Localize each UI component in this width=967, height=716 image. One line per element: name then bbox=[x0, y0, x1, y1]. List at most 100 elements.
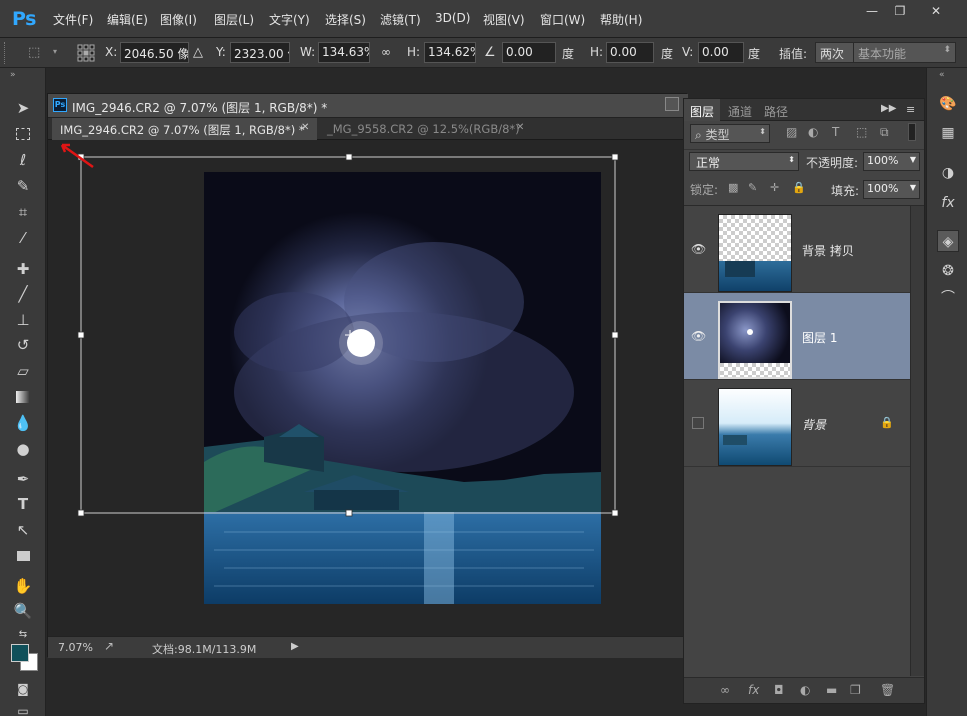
layer-name[interactable]: 背景 bbox=[802, 416, 826, 433]
interpolation-select[interactable]: 两次 bbox=[815, 42, 855, 63]
screen-mode-icon[interactable]: ▭ bbox=[12, 700, 34, 716]
tab-img-2946[interactable]: IMG_2946.CR2 @ 7.07% (图层 1, RGB/8*) * bbox=[52, 118, 317, 140]
pen-tool-icon[interactable]: ✒ bbox=[12, 468, 34, 490]
menu-help[interactable]: 帮助(H) bbox=[600, 11, 642, 28]
document-maximize-icon[interactable] bbox=[665, 97, 679, 111]
tab-layers[interactable]: 图层 bbox=[684, 99, 720, 121]
reference-point-icon[interactable] bbox=[77, 44, 95, 62]
crop-tool-icon[interactable]: ⌗ bbox=[12, 201, 34, 223]
height-field[interactable]: 134.62% bbox=[424, 42, 476, 63]
paths-icon[interactable]: ⌒ bbox=[937, 287, 959, 309]
blend-mode-select[interactable]: 正常 ⬍ bbox=[689, 152, 799, 171]
layer-name[interactable]: 背景 拷贝 bbox=[802, 242, 854, 259]
visibility-toggle[interactable] bbox=[692, 417, 704, 429]
menu-edit[interactable]: 编辑(E) bbox=[107, 11, 148, 28]
close-icon[interactable]: ✕ bbox=[922, 3, 950, 19]
lock-transparent-icon[interactable]: ▩ bbox=[728, 181, 738, 194]
path-select-tool-icon[interactable]: ↖ bbox=[12, 519, 34, 541]
opacity-field[interactable]: 100% ▼ bbox=[863, 152, 920, 171]
layers-panel-icon[interactable]: ◈ bbox=[937, 230, 959, 252]
new-layer-icon[interactable]: ❐ bbox=[850, 683, 861, 697]
minimize-icon[interactable]: — bbox=[858, 3, 886, 19]
h-skew-field[interactable]: 0.00 bbox=[606, 42, 654, 63]
new-adjustment-icon[interactable]: ◐ bbox=[800, 683, 810, 697]
swatches-grid-icon[interactable]: ▦ bbox=[937, 122, 959, 144]
new-group-icon[interactable]: ▬ bbox=[826, 683, 837, 697]
lasso-tool-icon[interactable]: ℓ bbox=[12, 149, 34, 171]
add-mask-icon[interactable]: ◘ bbox=[774, 683, 784, 697]
eraser-tool-icon[interactable]: ▱ bbox=[12, 360, 34, 382]
gradient-tool-icon[interactable] bbox=[12, 386, 34, 408]
rectangle-tool-icon[interactable] bbox=[12, 545, 34, 567]
filter-adjustment-icon[interactable]: ◐ bbox=[808, 125, 818, 139]
filter-shape-icon[interactable]: ⬚ bbox=[856, 125, 867, 139]
filter-type-icon[interactable]: T bbox=[832, 125, 839, 139]
trash-icon[interactable]: 🗑 bbox=[880, 683, 895, 697]
layer-filter-select[interactable]: ⌕ 类型 ⬍ bbox=[690, 124, 770, 143]
menu-select[interactable]: 选择(S) bbox=[325, 11, 366, 28]
zoom-tool-icon[interactable]: 🔍 bbox=[12, 600, 34, 622]
quick-mask-icon[interactable]: ◙ bbox=[12, 678, 34, 700]
fill-field[interactable]: 100% ▼ bbox=[863, 180, 920, 199]
filter-pixel-icon[interactable]: ▨ bbox=[786, 125, 797, 139]
layer-row-background-copy[interactable]: 👁 背景 拷贝 bbox=[684, 206, 910, 293]
healing-brush-tool-icon[interactable]: ✚ bbox=[12, 258, 34, 280]
foreground-color-swatch[interactable] bbox=[11, 644, 29, 662]
menu-image[interactable]: 图像(I) bbox=[160, 11, 197, 28]
type-tool-icon[interactable]: T bbox=[12, 493, 34, 515]
menu-view[interactable]: 视图(V) bbox=[483, 11, 525, 28]
menu-file[interactable]: 文件(F) bbox=[53, 11, 93, 28]
marquee-tool-icon[interactable] bbox=[12, 123, 34, 145]
collapse-panel-icon[interactable]: ▶▶ bbox=[881, 103, 896, 114]
tab-channels[interactable]: 通道 bbox=[728, 103, 752, 120]
menu-3d[interactable]: 3D(D) bbox=[435, 11, 470, 25]
menu-window[interactable]: 窗口(W) bbox=[540, 11, 585, 28]
dodge-tool-icon[interactable]: ● bbox=[12, 438, 34, 460]
lock-position-icon[interactable]: ✛ bbox=[770, 181, 779, 194]
width-field[interactable]: 134.63% bbox=[318, 42, 370, 63]
status-menu-arrow-icon[interactable]: ▶ bbox=[291, 641, 299, 652]
transform-tool-icon[interactable]: ⬚ bbox=[28, 45, 46, 61]
close-tab-icon[interactable]: ✕ bbox=[516, 122, 524, 133]
clone-stamp-tool-icon[interactable]: ⊥ bbox=[12, 309, 34, 331]
panel-menu-icon[interactable]: ≡ bbox=[906, 103, 915, 116]
workspace-select[interactable]: 基本功能 ⬍ bbox=[853, 42, 956, 63]
expand-panels-icon[interactable]: « bbox=[939, 70, 945, 80]
zoom-level[interactable]: 7.07% bbox=[58, 641, 93, 654]
quick-select-tool-icon[interactable]: ✎ bbox=[12, 175, 34, 197]
link-icon[interactable]: ∞ bbox=[381, 45, 391, 59]
menu-filter[interactable]: 滤镜(T) bbox=[380, 11, 421, 28]
eye-icon[interactable]: 👁 bbox=[691, 242, 706, 256]
relative-position-icon[interactable]: △ bbox=[193, 45, 203, 60]
channels-icon[interactable]: ❂ bbox=[937, 260, 959, 282]
share-icon[interactable]: ↗ bbox=[104, 639, 114, 653]
history-brush-tool-icon[interactable]: ↺ bbox=[12, 334, 34, 356]
tab-mg-9558[interactable]: _MG_9558.CR2 @ 12.5%(RGB/8*) bbox=[319, 118, 533, 140]
collapse-toolbox-icon[interactable]: » bbox=[10, 70, 16, 80]
move-tool-icon[interactable]: ➤ bbox=[12, 97, 34, 119]
filter-toggle[interactable] bbox=[908, 123, 916, 141]
y-field[interactable]: 2323.00 像 bbox=[230, 42, 290, 63]
eyedropper-tool-icon[interactable]: ⁄ bbox=[12, 227, 34, 249]
transform-bounding-box[interactable] bbox=[48, 140, 688, 636]
blur-tool-icon[interactable]: 💧 bbox=[12, 412, 34, 434]
lock-all-icon[interactable]: 🔒 bbox=[792, 181, 806, 194]
adjustments-icon[interactable]: ◑ bbox=[937, 162, 959, 184]
brush-tool-icon[interactable]: ╱ bbox=[12, 283, 34, 305]
color-palette-icon[interactable]: 🎨 bbox=[937, 93, 959, 115]
document-title-bar[interactable]: Ps IMG_2946.CR2 @ 7.07% (图层 1, RGB/8*) * bbox=[48, 94, 688, 118]
menu-layer[interactable]: 图层(L) bbox=[214, 11, 254, 28]
eye-icon[interactable]: 👁 bbox=[691, 329, 706, 343]
layer-row-background[interactable]: 背景 🔒 bbox=[684, 380, 910, 467]
v-skew-field[interactable]: 0.00 bbox=[698, 42, 744, 63]
tab-paths[interactable]: 路径 bbox=[764, 103, 788, 120]
restore-icon[interactable]: ❐ bbox=[886, 3, 914, 19]
rotation-field[interactable]: 0.00 bbox=[502, 42, 556, 63]
close-tab-icon[interactable]: ✕ bbox=[301, 122, 309, 133]
tool-preset-chevron-icon[interactable]: ▾ bbox=[53, 47, 57, 56]
layer-name[interactable]: 图层 1 bbox=[802, 329, 837, 346]
swap-colors-icon[interactable]: ⇆ bbox=[12, 624, 34, 646]
x-field[interactable]: 2046.50 像 bbox=[120, 42, 189, 63]
layer-row-layer-1[interactable]: 👁 图层 1 bbox=[684, 293, 910, 380]
lock-image-icon[interactable]: ✎ bbox=[748, 181, 757, 194]
